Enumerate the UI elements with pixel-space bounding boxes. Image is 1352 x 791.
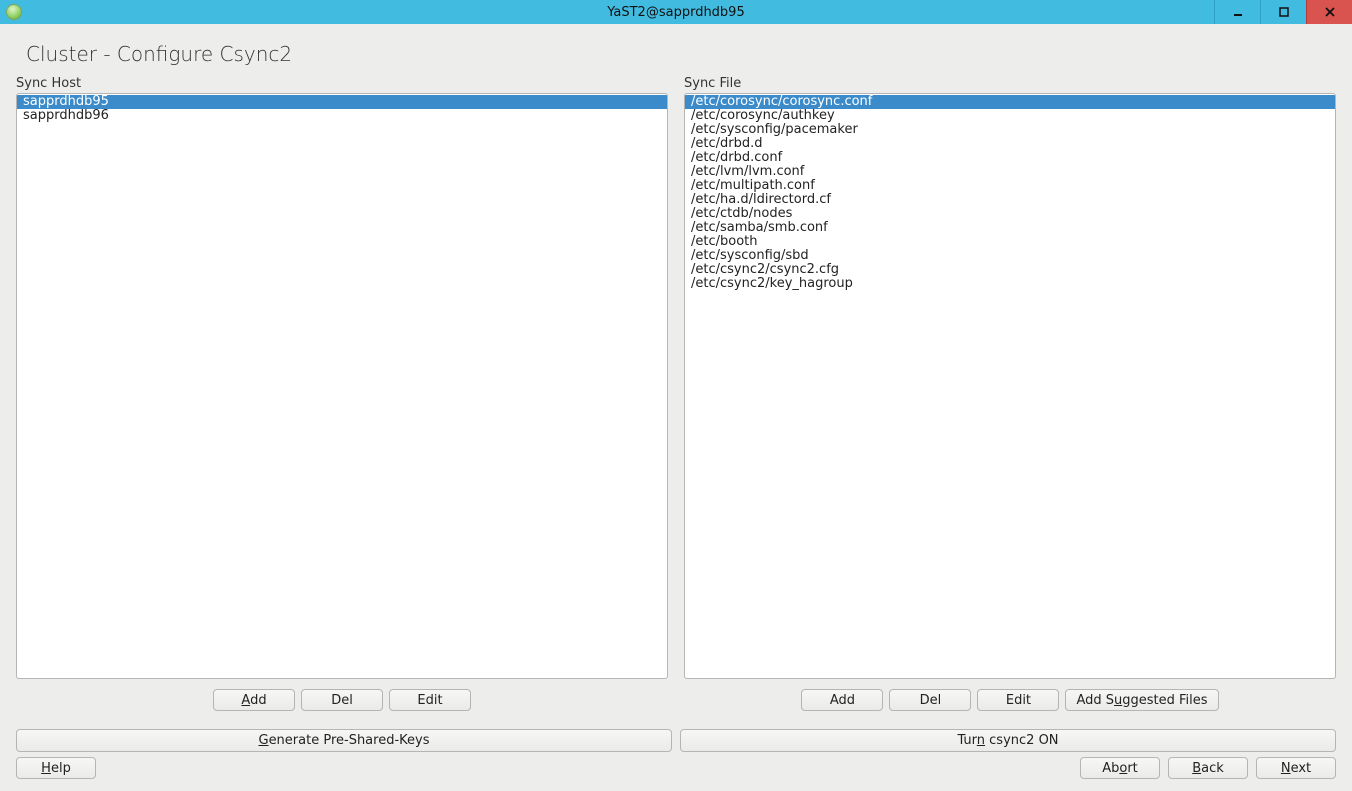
list-item[interactable]: /etc/drbd.conf <box>685 151 1335 165</box>
maximize-button[interactable] <box>1260 0 1306 24</box>
list-item[interactable]: /etc/csync2/key_hagroup <box>685 277 1335 291</box>
txt: Add S <box>1076 693 1114 708</box>
txt: Tur <box>957 733 976 748</box>
panels-row: Sync Host sapprdhdb95sapprdhdb96 Add Del… <box>16 76 1336 711</box>
sync-file-listbox[interactable]: /etc/corosync/corosync.conf/etc/corosync… <box>684 93 1336 679</box>
list-item[interactable]: /etc/corosync/corosync.conf <box>685 95 1335 109</box>
txt: ext <box>1291 761 1312 776</box>
help-button[interactable]: Help <box>16 757 96 779</box>
window-titlebar: YaST2@sapprdhdb95 <box>0 0 1352 24</box>
minimize-icon <box>1232 6 1244 18</box>
sync-file-del-button[interactable]: Del <box>889 689 971 711</box>
abort-button[interactable]: Abort <box>1080 757 1160 779</box>
maximize-icon <box>1278 6 1290 18</box>
list-item[interactable]: /etc/sysconfig/sbd <box>685 249 1335 263</box>
sync-host-edit-button[interactable]: Edit <box>389 689 471 711</box>
list-item[interactable]: /etc/drbd.d <box>685 137 1335 151</box>
mn: n <box>977 733 985 748</box>
list-item[interactable]: /etc/corosync/authkey <box>685 109 1335 123</box>
turn-csync2-on-button[interactable]: Turn csync2 ON <box>680 729 1336 752</box>
bottom-nav: Help Abort Back Next <box>16 757 1336 779</box>
mn: N <box>1281 761 1291 776</box>
sync-file-edit-button[interactable]: Edit <box>977 689 1059 711</box>
bottom-nav-right: Abort Back Next <box>1080 757 1336 779</box>
bottom-nav-left: Help <box>16 757 96 779</box>
list-item[interactable]: /etc/multipath.conf <box>685 179 1335 193</box>
list-item[interactable]: sapprdhdb95 <box>17 95 667 109</box>
generate-keys-button[interactable]: Generate Pre-Shared-Keys <box>16 729 672 752</box>
center-buttons-row: Generate Pre-Shared-Keys Turn csync2 ON <box>16 729 1336 752</box>
txt: ack <box>1201 761 1224 776</box>
txt: Ab <box>1102 761 1119 776</box>
list-item[interactable]: /etc/booth <box>685 235 1335 249</box>
list-item[interactable]: sapprdhdb96 <box>17 109 667 123</box>
close-icon <box>1324 6 1336 18</box>
list-item[interactable]: /etc/ha.d/ldirectord.cf <box>685 193 1335 207</box>
list-item[interactable]: /etc/sysconfig/pacemaker <box>685 123 1335 137</box>
back-button[interactable]: Back <box>1168 757 1248 779</box>
window-controls <box>1214 0 1352 24</box>
add-suggested-files-button[interactable]: Add Suggested Files <box>1065 689 1218 711</box>
list-item[interactable]: /etc/ctdb/nodes <box>685 207 1335 221</box>
content-area: Cluster - Configure Csync2 Sync Host sap… <box>0 24 1352 791</box>
mn: G <box>258 733 268 748</box>
sync-file-label: Sync File <box>684 76 1336 91</box>
page-title: Cluster - Configure Csync2 <box>26 42 1330 66</box>
sync-host-buttons: Add Del Edit <box>16 689 668 711</box>
close-button[interactable] <box>1306 0 1352 24</box>
sync-host-del-button[interactable]: Del <box>301 689 383 711</box>
mn: A <box>241 693 250 708</box>
sync-host-listbox[interactable]: sapprdhdb95sapprdhdb96 <box>16 93 668 679</box>
txt: enerate Pre-Shared-Keys <box>269 733 430 748</box>
sync-host-add-button[interactable]: Add <box>213 689 295 711</box>
next-button[interactable]: Next <box>1256 757 1336 779</box>
txt: elp <box>51 761 71 776</box>
sync-file-panel: Sync File /etc/corosync/corosync.conf/et… <box>684 76 1336 711</box>
sync-host-label: Sync Host <box>16 76 668 91</box>
txt: csync2 ON <box>985 733 1059 748</box>
sync-file-buttons: Add Del Edit Add Suggested Files <box>684 689 1336 711</box>
list-item[interactable]: /etc/csync2/csync2.cfg <box>685 263 1335 277</box>
sync-host-panel: Sync Host sapprdhdb95sapprdhdb96 Add Del… <box>16 76 668 711</box>
list-item[interactable]: /etc/samba/smb.conf <box>685 221 1335 235</box>
mn: B <box>1192 761 1201 776</box>
minimize-button[interactable] <box>1214 0 1260 24</box>
txt: dd <box>250 693 267 708</box>
mn: H <box>41 761 51 776</box>
list-item[interactable]: /etc/lvm/lvm.conf <box>685 165 1335 179</box>
txt: ggested Files <box>1122 693 1207 708</box>
window-title: YaST2@sapprdhdb95 <box>0 5 1352 20</box>
txt: rt <box>1127 761 1137 776</box>
sync-file-add-button[interactable]: Add <box>801 689 883 711</box>
